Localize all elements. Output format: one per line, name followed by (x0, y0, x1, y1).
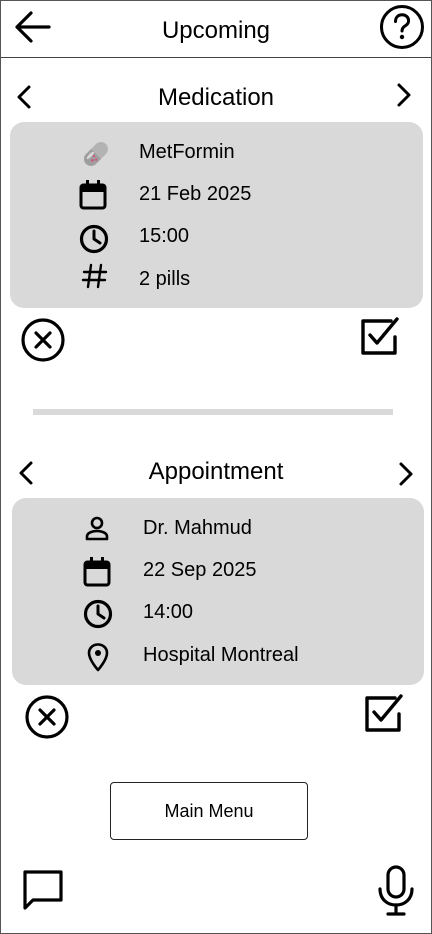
medication-date: 21 Feb 2025 (139, 183, 252, 205)
medication-dismiss-icon[interactable] (20, 317, 66, 363)
calendar-icon (83, 557, 111, 587)
appointment-section-title: Appointment (148, 458, 284, 485)
person-icon (85, 516, 109, 541)
app-screen: Upcoming Medication MetFormin 21 Feb 202… (0, 0, 432, 934)
microphone-icon[interactable] (373, 864, 419, 918)
hash-icon (81, 263, 108, 289)
medication-card[interactable]: MetFormin 21 Feb 2025 15:00 2 pills (10, 122, 423, 308)
medication-name: MetFormin (139, 141, 235, 163)
appointment-next-chevron-icon[interactable] (393, 461, 417, 487)
page-title: Upcoming (161, 17, 271, 44)
help-icon[interactable] (379, 4, 425, 50)
appointment-dismiss-icon[interactable] (24, 694, 70, 740)
location-pin-icon (87, 643, 109, 672)
pill-icon (84, 142, 108, 166)
chat-icon[interactable] (20, 867, 66, 913)
appointment-card[interactable]: Dr. Mahmud 22 Sep 2025 14:00 Hospital Mo… (12, 498, 424, 685)
medication-section-title: Medication (157, 84, 275, 111)
header: Upcoming (1, 1, 431, 58)
medication-time: 15:00 (139, 225, 190, 247)
appointment-location: Hospital Montreal (143, 644, 299, 666)
main-menu-button[interactable]: Main Menu (110, 782, 308, 840)
appointment-time: 14:00 (143, 601, 194, 623)
appointment-doctor: Dr. Mahmud (143, 517, 252, 539)
medication-next-chevron-icon[interactable] (391, 82, 415, 108)
medication-confirm-checkbox-icon[interactable] (355, 313, 403, 361)
clock-icon (79, 224, 109, 254)
medication-quantity: 2 pills (139, 268, 191, 290)
appointment-date: 22 Sep 2025 (143, 559, 257, 581)
calendar-icon (79, 180, 107, 210)
clock-icon (83, 599, 113, 629)
section-divider (33, 409, 393, 415)
appointment-confirm-checkbox-icon[interactable] (359, 690, 407, 738)
